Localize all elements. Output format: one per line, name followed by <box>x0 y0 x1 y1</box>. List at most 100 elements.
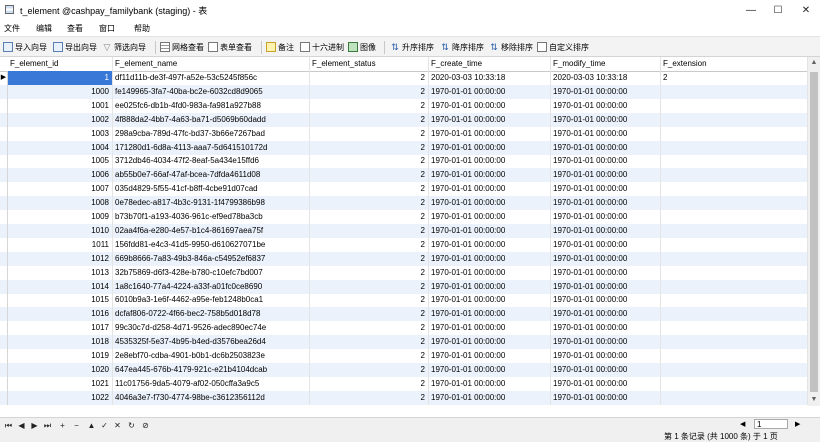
up-icon[interactable]: ▲ <box>87 421 96 431</box>
table-cell[interactable] <box>661 182 808 197</box>
scroll-thumb[interactable] <box>810 72 818 392</box>
table-cell[interactable]: 2 <box>310 251 429 266</box>
row-indicator[interactable] <box>0 182 8 197</box>
filter-wizard-button[interactable]: ▽ 筛选向导 <box>102 40 146 54</box>
table-cell[interactable]: 99c30c7d-d258-4d71-9526-adec890ec74e <box>113 321 310 336</box>
table-cell[interactable]: 11c01756-9da5-4079-af02-050cffa3a9c5 <box>113 376 310 391</box>
table-cell[interactable]: 1970-01-01 00:00:00 <box>551 154 661 169</box>
row-indicator[interactable] <box>0 140 8 155</box>
table-row[interactable]: 1000 fe149965-3fa7-40ba-bc2e-6032cd8d9065… <box>0 84 808 99</box>
table-cell[interactable]: 1970-01-01 00:00:00 <box>551 84 661 99</box>
table-cell[interactable] <box>661 210 808 224</box>
table-cell[interactable]: 3712db46-4034-47f2-8eaf-5a434e15ffd6 <box>113 154 310 169</box>
table-cell[interactable]: 1010 <box>8 223 113 238</box>
table-cell[interactable] <box>661 251 808 266</box>
table-cell[interactable]: 2 <box>310 265 429 280</box>
table-cell[interactable]: 1019 <box>8 349 113 363</box>
table-cell[interactable]: 1970-01-01 00:00:00 <box>429 390 551 405</box>
table-cell[interactable]: 1970-01-01 00:00:00 <box>551 362 661 377</box>
table-cell[interactable]: 1022 <box>8 390 113 405</box>
table-cell[interactable]: 1013 <box>8 265 113 280</box>
scroll-down-icon[interactable]: ▼ <box>808 394 820 406</box>
row-indicator[interactable] <box>0 210 8 224</box>
table-row[interactable]: 1013 32b75869-d6f3-428e-b780-c10efc7bd007… <box>0 265 808 280</box>
menu-edit[interactable]: 编辑 <box>36 23 52 34</box>
table-cell[interactable] <box>661 349 808 363</box>
table-cell[interactable] <box>661 293 808 308</box>
table-cell[interactable]: 1970-01-01 00:00:00 <box>551 182 661 197</box>
table-cell[interactable]: 2 <box>310 307 429 322</box>
table-cell[interactable]: 1018 <box>8 335 113 350</box>
table-row[interactable]: 1008 0e78edec-a817-4b3c-9131-1f4799386b98… <box>0 196 808 211</box>
table-cell[interactable]: 1970-01-01 00:00:00 <box>429 223 551 238</box>
table-cell[interactable]: dcfaf806-0722-4f66-bec2-758b5d018d78 <box>113 307 310 322</box>
custom-sort-button[interactable]: 自定义排序 <box>537 40 589 54</box>
row-indicator[interactable] <box>0 265 8 280</box>
table-cell[interactable]: 2 <box>661 71 808 85</box>
table-cell[interactable] <box>661 237 808 252</box>
cancel-icon[interactable]: ✕ <box>113 421 122 431</box>
table-cell[interactable] <box>661 168 808 183</box>
row-indicator[interactable] <box>0 84 8 99</box>
maximize-button[interactable]: ☐ <box>764 0 792 20</box>
row-indicator[interactable] <box>0 349 8 363</box>
table-cell[interactable]: 1970-01-01 00:00:00 <box>429 210 551 224</box>
table-cell[interactable] <box>661 112 808 127</box>
row-indicator[interactable] <box>0 168 8 183</box>
table-cell[interactable]: 1970-01-01 00:00:00 <box>429 237 551 252</box>
table-cell[interactable]: 1970-01-01 00:00:00 <box>551 210 661 224</box>
table-cell[interactable]: 1007 <box>8 182 113 197</box>
table-cell[interactable]: 1970-01-01 00:00:00 <box>429 196 551 211</box>
row-indicator[interactable] <box>0 335 8 350</box>
table-cell[interactable]: 1006 <box>8 168 113 183</box>
last-record-icon[interactable]: ⏭ <box>43 421 52 431</box>
table-cell[interactable]: 1970-01-01 00:00:00 <box>551 251 661 266</box>
table-cell[interactable]: 2 <box>310 168 429 183</box>
check-icon[interactable]: ✓ <box>100 421 109 431</box>
export-wizard-button[interactable]: 导出向导 <box>53 40 97 54</box>
table-cell[interactable]: 1002 <box>8 112 113 127</box>
table-cell[interactable]: 1970-01-01 00:00:00 <box>429 168 551 183</box>
table-cell[interactable]: 4535325f-5e37-4b95-b4ed-d3576bea26d4 <box>113 335 310 350</box>
table-cell[interactable]: 1970-01-01 00:00:00 <box>429 140 551 155</box>
table-cell[interactable]: 1009 <box>8 210 113 224</box>
table-cell[interactable]: 647ea445-676b-4179-921c-e21b4104dcab <box>113 362 310 377</box>
table-cell[interactable]: 2 <box>310 321 429 336</box>
row-indicator[interactable] <box>0 362 8 377</box>
table-cell[interactable]: 669b8666-7a83-49b3-846a-c54952ef6837 <box>113 251 310 266</box>
table-row[interactable]: 1018 4535325f-5e37-4b95-b4ed-d3576bea26d4… <box>0 335 808 350</box>
table-cell[interactable]: 4f888da2-4bb7-4a63-ba71-d5069b60dadd <box>113 112 310 127</box>
table-row[interactable]: 1004 171280d1-6d8a-4113-aaa7-5d641510172d… <box>0 140 808 155</box>
table-row[interactable]: 1007 035d4829-5f55-41cf-b8ff-4cbe91d07cad… <box>0 182 808 197</box>
next-record-icon[interactable]: ▶ <box>30 421 39 431</box>
table-cell[interactable]: 1970-01-01 00:00:00 <box>429 265 551 280</box>
menu-help[interactable]: 帮助 <box>134 23 150 34</box>
row-indicator[interactable] <box>0 376 8 391</box>
row-indicator[interactable] <box>0 251 8 266</box>
table-cell[interactable]: 1017 <box>8 321 113 336</box>
table-cell[interactable]: 1 <box>8 71 113 85</box>
table-cell[interactable] <box>661 84 808 99</box>
table-row[interactable]: 1003 298a9cba-789d-47fc-bd37-3b66e7267bad… <box>0 126 808 141</box>
table-cell[interactable] <box>661 126 808 141</box>
table-row[interactable]: 1016 dcfaf806-0722-4f66-bec2-758b5d018d78… <box>0 307 808 322</box>
menu-file[interactable]: 文件 <box>4 23 20 34</box>
table-cell[interactable]: 32b75869-d6f3-428e-b780-c10efc7bd007 <box>113 265 310 280</box>
table-cell[interactable]: 1970-01-01 00:00:00 <box>429 307 551 322</box>
page-number-field[interactable]: 1 <box>754 419 788 429</box>
table-row[interactable]: 1022 4046a3e7-f730-4774-98be-c3612356112d… <box>0 390 808 405</box>
table-cell[interactable]: 1970-01-01 00:00:00 <box>551 390 661 405</box>
menu-view[interactable]: 查看 <box>67 23 83 34</box>
table-row[interactable]: 1017 99c30c7d-d258-4d71-9526-adec890ec74e… <box>0 321 808 336</box>
table-cell[interactable]: 1015 <box>8 293 113 308</box>
row-indicator[interactable] <box>0 279 8 294</box>
table-cell[interactable] <box>661 307 808 322</box>
table-row[interactable]: 1011 156fdd81-e4c3-41d5-9950-d610627071be… <box>0 237 808 252</box>
refresh-icon[interactable]: ↻ <box>127 421 136 431</box>
row-indicator[interactable] <box>0 307 8 322</box>
stop-icon[interactable]: ⊘ <box>141 421 150 431</box>
table-cell[interactable]: 1970-01-01 00:00:00 <box>429 154 551 169</box>
table-cell[interactable]: 1970-01-01 00:00:00 <box>429 362 551 377</box>
table-row[interactable]: 1009 b73b70f1-a193-4036-961c-ef9ed78ba3cb… <box>0 210 808 224</box>
table-row[interactable]: 1019 2e8ebf70-cdba-4901-b0b1-dc6b2503823e… <box>0 349 808 363</box>
